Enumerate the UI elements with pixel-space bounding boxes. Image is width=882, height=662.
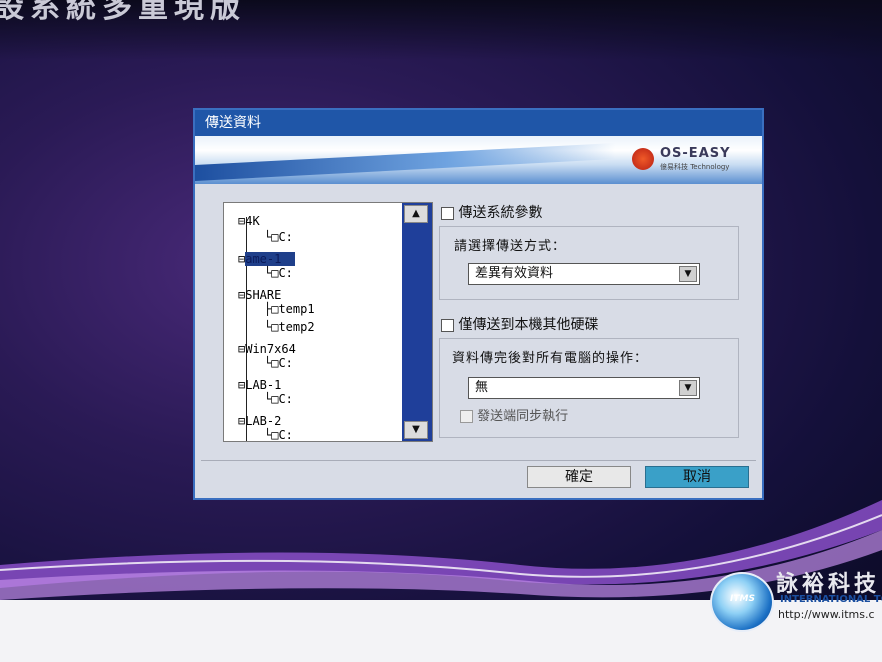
os-easy-logo: OS-EASY 億易科技 Technology [632, 146, 752, 174]
after-transfer-value: 無 [475, 380, 489, 395]
transfer-system-params-label: 傳送系統參數 [458, 205, 543, 221]
divider [201, 460, 756, 461]
tree-child[interactable]: ├□temp1 [264, 301, 315, 317]
tree-scrollbar[interactable]: ▲ ▼ [402, 203, 432, 441]
after-transfer-select[interactable]: 無 ▼ [468, 377, 700, 399]
os-easy-name: OS-EASY [660, 146, 731, 161]
transfer-method-group: 請選擇傳送方式： 差異有效資料 ▼ [439, 226, 739, 300]
after-transfer-label: 資料傳完後對所有電腦的操作： [452, 351, 649, 366]
transfer-method-value: 差異有效資料 [475, 266, 554, 281]
itms-logo-icon: ITMS [710, 572, 774, 632]
scroll-up-icon[interactable]: ▲ [404, 205, 428, 223]
tree-child[interactable]: └□C: [264, 229, 293, 245]
itms-brand-english: INTERNATIONAL TO [780, 594, 882, 605]
tree-rows: ⊟4K └□C: ⊟ame-1 └□C: ⊟SHARE ├□temp1 └□te… [224, 203, 400, 441]
transfer-method-label: 請選擇傳送方式： [454, 239, 567, 254]
only-local-disk-label: 僅傳送到本機其他硬碟 [458, 317, 599, 333]
scroll-down-icon[interactable]: ▼ [404, 421, 428, 439]
tree-child[interactable]: └□C: [264, 427, 293, 441]
os-easy-subtitle: 億易科技 Technology [660, 163, 730, 171]
only-local-disk-option[interactable]: 僅傳送到本機其他硬碟 [441, 314, 598, 334]
after-transfer-group: 資料傳完後對所有電腦的操作： 無 ▼ 發送端同步執行 [439, 338, 739, 438]
ok-button[interactable]: 確定 [527, 466, 631, 488]
only-local-disk-checkbox[interactable] [441, 318, 454, 332]
banner-swoosh [195, 142, 615, 182]
transfer-system-params-checkbox[interactable] [441, 206, 454, 220]
sync-exec-checkbox[interactable] [460, 410, 473, 423]
tree-child[interactable]: └□C: [264, 391, 293, 407]
dialog-banner: OS-EASY 億易科技 Technology [195, 136, 762, 184]
sync-exec-option[interactable]: 發送端同步執行 [460, 405, 568, 424]
itms-url: http://www.itms.c [778, 608, 875, 621]
transfer-data-dialog: 傳送資料 OS-EASY 億易科技 Technology ⊟4K └□C: ⊟a… [193, 108, 764, 500]
os-easy-mark-icon [632, 148, 654, 170]
tree-child[interactable]: └□C: [264, 355, 293, 371]
sync-exec-label: 發送端同步執行 [477, 409, 569, 424]
tree-node-4k[interactable]: ⊟4K [238, 213, 260, 229]
cancel-button[interactable]: 取消 [645, 466, 749, 488]
dialog-title: 傳送資料 [195, 110, 762, 136]
tree-child[interactable]: └□temp2 [264, 319, 315, 335]
computer-tree-view[interactable]: ⊟4K └□C: ⊟ame-1 └□C: ⊟SHARE ├□temp1 └□te… [223, 202, 433, 442]
background-title: 設系統多重現版 [0, 0, 246, 25]
dialog-body: ⊟4K └□C: ⊟ame-1 └□C: ⊟SHARE ├□temp1 └□te… [201, 186, 756, 490]
transfer-system-params-option[interactable]: 傳送系統參數 [441, 202, 542, 222]
transfer-method-select[interactable]: 差異有效資料 ▼ [468, 263, 700, 285]
chevron-down-icon[interactable]: ▼ [679, 380, 697, 396]
chevron-down-icon[interactable]: ▼ [679, 266, 697, 282]
tree-child[interactable]: └□C: [264, 265, 293, 281]
